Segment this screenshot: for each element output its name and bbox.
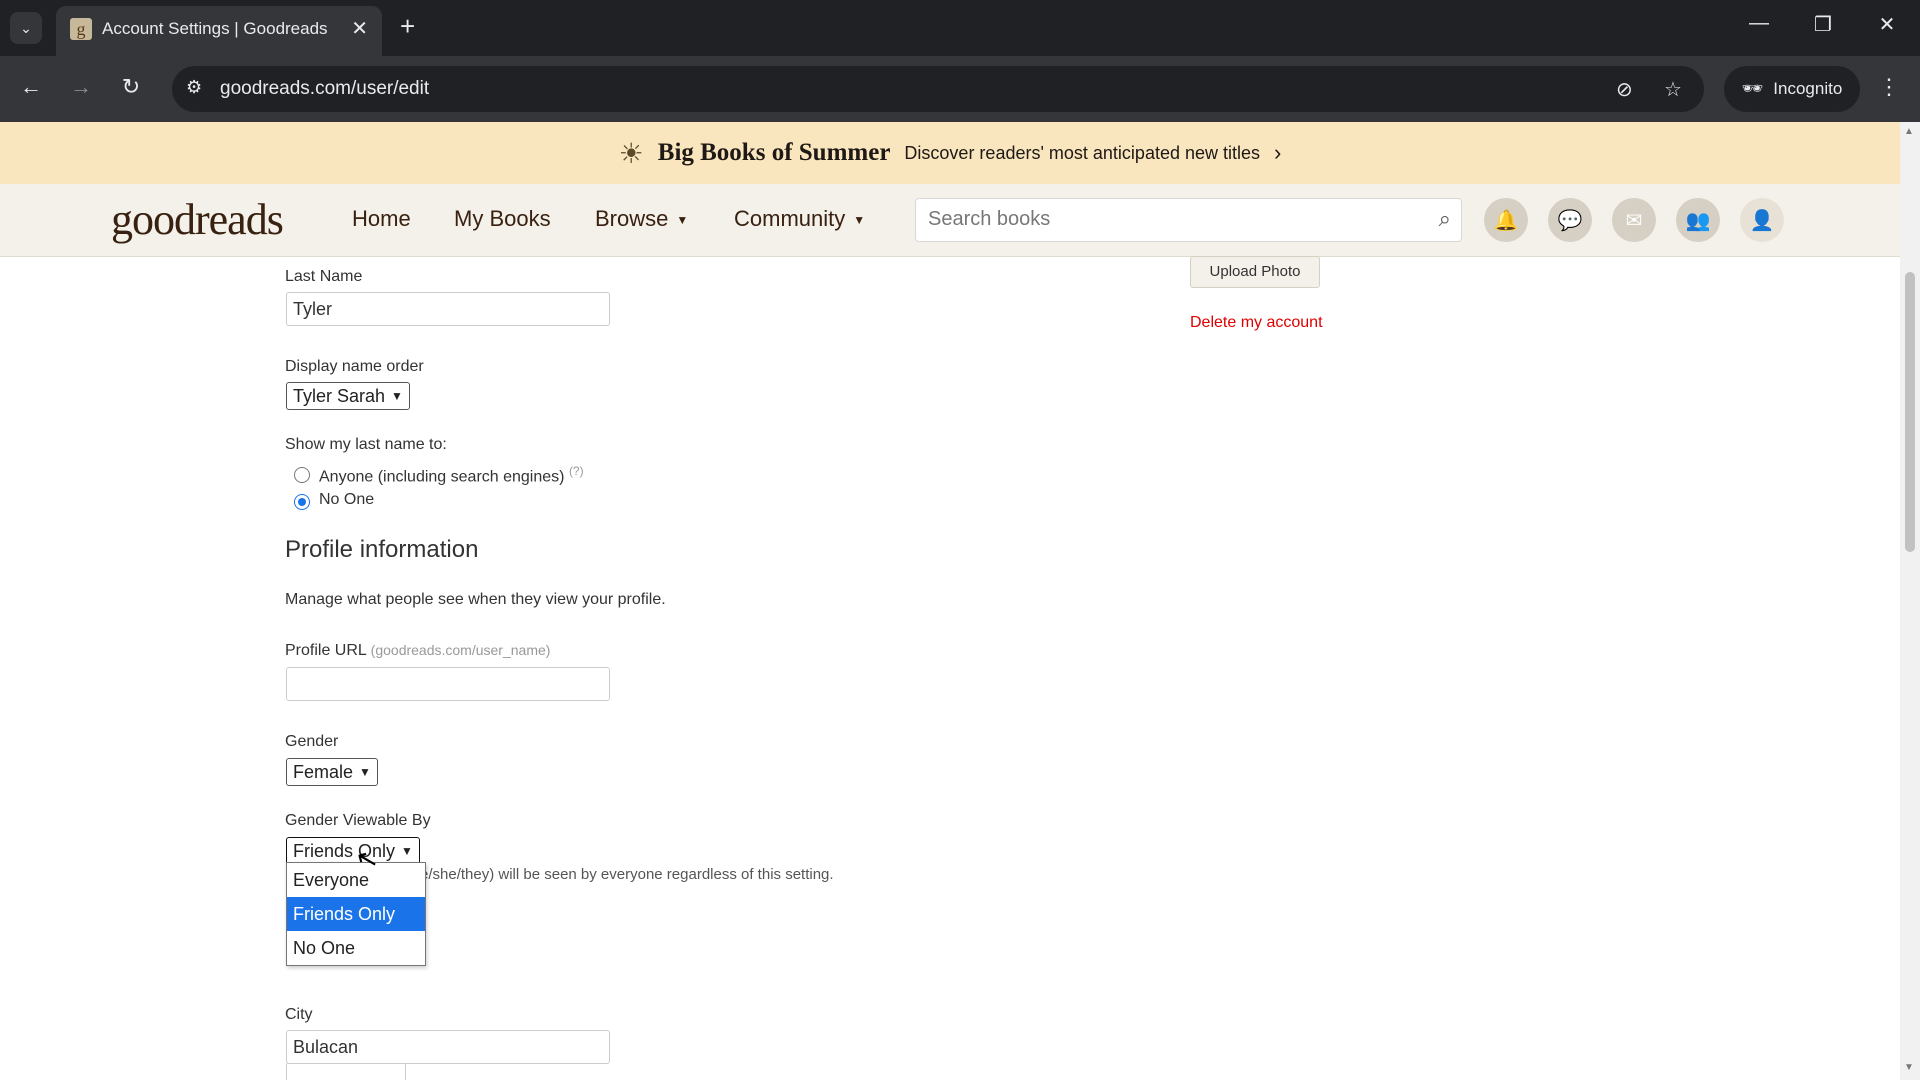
scroll-down-icon[interactable]: ▼ <box>1904 1062 1914 1073</box>
chevron-down-icon: ▼ <box>391 389 403 403</box>
show-last-name-label: Show my last name to: <box>285 436 447 453</box>
tab-search-button[interactable]: ⌄ <box>10 12 42 44</box>
option-everyone[interactable]: Everyone <box>287 863 425 897</box>
caret-down-icon: ▼ <box>676 213 689 228</box>
gender-viewable-dropdown: Everyone Friends Only No One <box>286 862 426 966</box>
site-header: goodreads Home My Books Browse ▼ Communit… <box>0 184 1900 257</box>
hidden-field-partial[interactable] <box>286 1062 406 1080</box>
banner-title: Big Books of Summer <box>657 139 891 166</box>
delete-account-link[interactable]: Delete my account <box>1190 314 1323 332</box>
city-field[interactable]: Bulacan <box>286 1030 610 1064</box>
profile-url-field[interactable] <box>286 667 610 701</box>
scroll-up-icon[interactable]: ▲ <box>1904 126 1914 137</box>
chevron-down-icon: ▼ <box>359 765 371 779</box>
nav-community[interactable]: Community ▼ <box>734 206 865 232</box>
banner-subtitle: Discover readers' most anticipated new t… <box>904 142 1261 163</box>
restore-icon[interactable]: ❐ <box>1808 12 1838 37</box>
profile-information-heading: Profile information <box>285 536 479 563</box>
chevron-right-icon[interactable]: › <box>1274 140 1281 166</box>
option-no-one[interactable]: No One <box>287 931 425 965</box>
profile-url-hint: (goodreads.com/user_name) <box>370 642 551 658</box>
nav-my-books[interactable]: My Books <box>454 206 551 232</box>
nav-home[interactable]: Home <box>352 206 411 232</box>
bookmark-star-icon[interactable]: ☆ <box>1664 77 1682 102</box>
profile-url-label: Profile URL (goodreads.com/user_name) <box>285 642 551 659</box>
caret-down-icon: ▼ <box>853 213 866 228</box>
radio-anyone[interactable] <box>294 467 310 483</box>
search-placeholder: Search books <box>928 208 1051 230</box>
goodreads-logo[interactable]: goodreads <box>111 194 284 245</box>
address-bar[interactable]: ⚙ goodreads.com/user/edit ⊘ ☆ <box>172 66 1704 112</box>
last-name-label: Last Name <box>285 268 363 285</box>
chevron-down-icon: ▼ <box>401 844 413 858</box>
incognito-icon: 🕶 <box>1741 79 1764 98</box>
site-info-icon[interactable]: ⚙ <box>186 77 202 98</box>
notifications-bell-icon[interactable]: 🔔 <box>1484 198 1528 242</box>
discussions-icon[interactable]: 💬 <box>1548 198 1592 242</box>
user-avatar[interactable]: 👤 <box>1740 198 1784 242</box>
profile-information-description: Manage what people see when they view yo… <box>285 591 666 608</box>
incognito-label: Incognito <box>1773 79 1843 98</box>
gender-label: Gender <box>285 733 339 750</box>
new-tab-icon[interactable]: + <box>400 12 415 40</box>
tab-title: Account Settings | Goodreads <box>102 19 328 38</box>
browser-toolbar: ← → ↻ ⚙ goodreads.com/user/edit ⊘ ☆ 🕶 In… <box>0 56 1920 122</box>
radio-anyone-label: Anyone (including search engines) (?) <box>319 464 584 486</box>
display-name-order-label: Display name order <box>285 358 424 375</box>
messages-envelope-icon[interactable]: ✉ <box>1612 198 1656 242</box>
display-name-order-select[interactable]: Tyler Sarah ▼ <box>286 382 410 410</box>
promo-banner[interactable]: ☀ Big Books of Summer Discover readers' … <box>0 122 1900 184</box>
sun-book-icon: ☀ <box>618 137 644 169</box>
reload-icon[interactable]: ↻ <box>116 74 146 100</box>
tab-close-icon[interactable]: ✕ <box>351 16 368 41</box>
last-name-field[interactable]: Tyler <box>286 292 610 326</box>
incognito-indicator[interactable]: 🕶 Incognito <box>1724 66 1860 112</box>
radio-no-one[interactable] <box>294 494 310 510</box>
window-close-icon[interactable]: ✕ <box>1872 12 1902 37</box>
option-friends-only[interactable]: Friends Only <box>287 897 425 931</box>
minimize-icon[interactable]: — <box>1744 12 1774 35</box>
back-icon[interactable]: ← <box>16 74 46 100</box>
gender-select[interactable]: Female ▼ <box>286 758 378 786</box>
radio-no-one-label: No One <box>319 491 375 508</box>
page-content: ☀ Big Books of Summer Discover readers' … <box>0 122 1900 1080</box>
url-text[interactable]: goodreads.com/user/edit <box>220 78 429 100</box>
search-books-input[interactable]: Search books ⌕ <box>915 198 1462 242</box>
page-scrollbar[interactable]: ▲ ▼ <box>1900 122 1920 1080</box>
friends-icon[interactable]: 👥 <box>1676 198 1720 242</box>
upload-photo-button[interactable]: Upload Photo <box>1190 256 1320 288</box>
gender-pronoun-note: e/she/they) will be seen by everyone reg… <box>420 866 834 883</box>
scrollbar-thumb[interactable] <box>1905 272 1915 552</box>
browser-menu-icon[interactable]: ⋮ <box>1878 74 1900 100</box>
help-link[interactable]: (?) <box>569 464 584 478</box>
city-label: City <box>285 1006 313 1023</box>
eye-off-icon[interactable]: ⊘ <box>1616 77 1633 102</box>
goodreads-favicon-icon: g <box>70 18 92 40</box>
forward-icon[interactable]: → <box>66 74 96 100</box>
browser-tab-bar: ⌄ g Account Settings | Goodreads ✕ + — ❐… <box>0 0 1920 56</box>
browser-tab[interactable]: g Account Settings | Goodreads ✕ <box>56 6 382 56</box>
gender-viewable-label: Gender Viewable By <box>285 812 431 829</box>
nav-browse[interactable]: Browse ▼ <box>595 206 688 232</box>
search-icon[interactable]: ⌕ <box>1439 206 1451 232</box>
